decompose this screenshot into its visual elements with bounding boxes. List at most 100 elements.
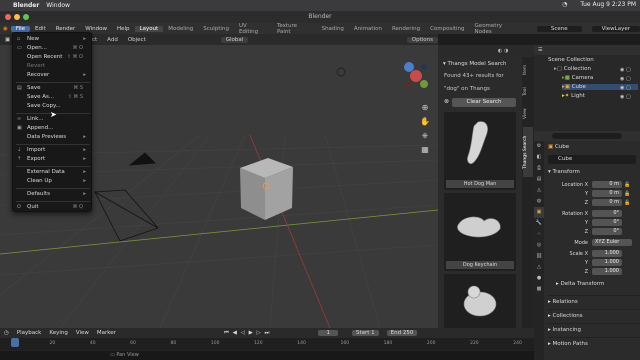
menu-playback[interactable]: Playback (17, 330, 42, 336)
view-layer-tab-icon[interactable]: ▤ (534, 174, 544, 185)
location-z-field[interactable]: 0 m (592, 199, 622, 206)
lock-icon[interactable]: 🔓 (624, 190, 630, 199)
scale-y-field[interactable]: 1.000 (592, 259, 622, 266)
workspace-tab-geometry-nodes[interactable]: Geometry Nodes (470, 23, 525, 35)
options-dropdown[interactable]: Options (406, 36, 438, 43)
outliner-item-light[interactable]: ▸✦ Light (562, 93, 585, 99)
object-name-field[interactable]: Cube (548, 155, 636, 164)
light-object[interactable] (336, 67, 346, 77)
menu-render[interactable]: Render (51, 26, 81, 32)
datetime[interactable]: Tue Aug 9 2:23 PM (580, 1, 636, 8)
output-tab-icon[interactable]: ⎙ (534, 163, 544, 174)
file-menu-item-open[interactable]: ▭ Open... ⌘ O (13, 44, 91, 53)
outliner-item-camera[interactable]: ▸■ Camera (562, 75, 593, 81)
mac-app-menu[interactable]: Blender (13, 2, 39, 9)
file-menu-item-save[interactable]: ▤ Save ⌘ S (13, 84, 91, 93)
playback-controls[interactable]: ⏮ ◀ ◁ ▶ ▷ ⏭ (224, 330, 271, 337)
tab-thangs-search[interactable]: Thangs Search (523, 127, 533, 177)
navigation-gizmo[interactable] (404, 62, 428, 88)
file-menu-item-export[interactable]: ⇡ Export ▸ (13, 155, 91, 164)
perspective-grid-icon[interactable]: ▦ (418, 143, 432, 157)
pan-hand-icon[interactable]: ✋ (418, 115, 432, 129)
workspace-tab-uv-editing[interactable]: UV Editing (234, 23, 272, 35)
file-menu-item-quit[interactable]: ⏻ Quit ⌘ Q (13, 203, 91, 212)
workspace-tab-rendering[interactable]: Rendering (387, 26, 425, 32)
file-menu-item-clean-up[interactable]: Clean Up ▸ (13, 177, 91, 186)
file-menu-item-defaults[interactable]: Defaults ▸ (13, 190, 91, 199)
particles-tab-icon[interactable]: ⁘ (534, 229, 544, 240)
workspace-tab-modeling[interactable]: Modeling (163, 26, 198, 32)
menu-timeline-view[interactable]: View (76, 330, 89, 336)
workspace-tab-layout[interactable]: Layout (134, 25, 164, 32)
file-menu-item-new[interactable]: ▫ New ▸ (13, 35, 91, 44)
physics-tab-icon[interactable]: ◎ (534, 240, 544, 251)
collapse-arrow-icon[interactable]: ▾ (443, 61, 446, 67)
menu-edit[interactable]: Edit (30, 26, 51, 32)
file-menu-item-external-data[interactable]: External Data ▸ (13, 168, 91, 177)
menu-window[interactable]: Window (80, 26, 112, 32)
thangs-result-card[interactable]: Dog Keychain (444, 193, 516, 271)
file-menu-item-revert[interactable]: Revert (13, 62, 91, 71)
transform-orientation-dropdown[interactable]: Global (220, 36, 249, 43)
scene-tab-icon[interactable]: ◬ (534, 185, 544, 196)
eye-icon[interactable]: ◉ ▢ (620, 75, 631, 84)
outliner-scene-collection[interactable]: Scene Collection (548, 57, 594, 63)
scene-selector[interactable]: Scene (536, 25, 582, 32)
zoom-window-button[interactable] (23, 14, 29, 20)
location-x-field[interactable]: 0 m (592, 181, 622, 188)
menu-keying[interactable]: Keying (49, 330, 67, 336)
close-window-button[interactable] (5, 14, 11, 20)
motion-paths-header[interactable]: ▸ Motion Paths (548, 337, 640, 347)
tab-tool[interactable]: Tool (523, 83, 533, 101)
tool-tab-icon[interactable]: ⚙ (534, 141, 544, 152)
instancing-header[interactable]: ▸ Instancing (548, 323, 640, 333)
material-tab-icon[interactable]: ● (534, 273, 544, 284)
workspace-tab-sculpting[interactable]: Sculpting (198, 26, 234, 32)
wifi-icon[interactable]: ◔ (562, 1, 567, 8)
rotation-x-field[interactable]: 0° (592, 210, 622, 217)
eye-icon[interactable]: ◉ ▢ (620, 84, 631, 93)
constraints-tab-icon[interactable]: ⛓ (534, 251, 544, 262)
file-menu-item-recover[interactable]: Recover ▸ (13, 71, 91, 80)
menu-marker[interactable]: Marker (97, 330, 116, 336)
scale-x-field[interactable]: 1.000 (592, 250, 622, 257)
thangs-result-card[interactable]: Hot Dog Man (444, 112, 516, 190)
outliner-item-collection[interactable]: ▸▢ Collection (554, 66, 591, 72)
minimize-window-button[interactable] (14, 14, 20, 20)
modifier-tab-icon[interactable]: 🔧 (534, 218, 544, 229)
current-frame-field[interactable]: 1 (318, 330, 338, 336)
workspace-tab-shading[interactable]: Shading (317, 26, 349, 32)
lock-icon[interactable]: 🔓 (624, 181, 630, 190)
timeline-editor-icon[interactable]: ◷ (4, 330, 9, 336)
scale-z-field[interactable]: 1.000 (592, 268, 622, 275)
file-menu-item-save-as[interactable]: Save As... ⇧ ⌘ S (13, 93, 91, 102)
menu-add[interactable]: Add (102, 37, 123, 43)
clear-search-button[interactable]: Clear Search (452, 98, 516, 107)
texture-tab-icon[interactable]: ▩ (534, 284, 544, 295)
blender-logo-icon[interactable]: ◉ (0, 26, 11, 32)
eye-icon[interactable]: ◉ ▢ (620, 93, 631, 102)
file-menu-item-append[interactable]: ▣ Append... (13, 124, 91, 133)
rotation-z-field[interactable]: 0° (592, 228, 622, 235)
mac-window-menu[interactable]: Window (46, 2, 70, 9)
render-tab-icon[interactable]: ◧ (534, 152, 544, 163)
rotation-mode-dropdown[interactable]: XYZ Euler (592, 239, 632, 246)
tab-item[interactable]: Item (523, 61, 533, 79)
camera-view-icon[interactable]: ⎈ (418, 129, 432, 143)
data-tab-icon[interactable]: △ (534, 262, 544, 273)
eye-icon[interactable]: ◉ ▢ (620, 66, 631, 75)
world-tab-icon[interactable]: ◍ (534, 196, 544, 207)
object-tab-icon[interactable]: ▣ (534, 207, 544, 218)
menu-object[interactable]: Object (123, 37, 151, 43)
collections-header[interactable]: ▸ Collections (548, 309, 640, 319)
start-frame-field[interactable]: Start 1 (351, 330, 379, 336)
zoom-icon[interactable]: ⊕ (418, 101, 432, 115)
tab-view[interactable]: View (523, 105, 533, 123)
view-layer-selector[interactable]: ViewLayer (591, 25, 640, 32)
outliner-filter-icon[interactable]: ☰ (538, 47, 542, 53)
file-menu-item-open-recent[interactable]: Open Recent ⇧ ⌘ O (13, 53, 91, 62)
delta-transform-header[interactable]: ▸ Delta Transform (556, 281, 604, 287)
thangs-result-card[interactable] (444, 274, 516, 328)
close-x-icon[interactable]: ⊗ (444, 98, 449, 105)
timeline-ruler[interactable]: 0 20 40 60 80 100 120 140 160 180 200 22… (0, 338, 534, 350)
